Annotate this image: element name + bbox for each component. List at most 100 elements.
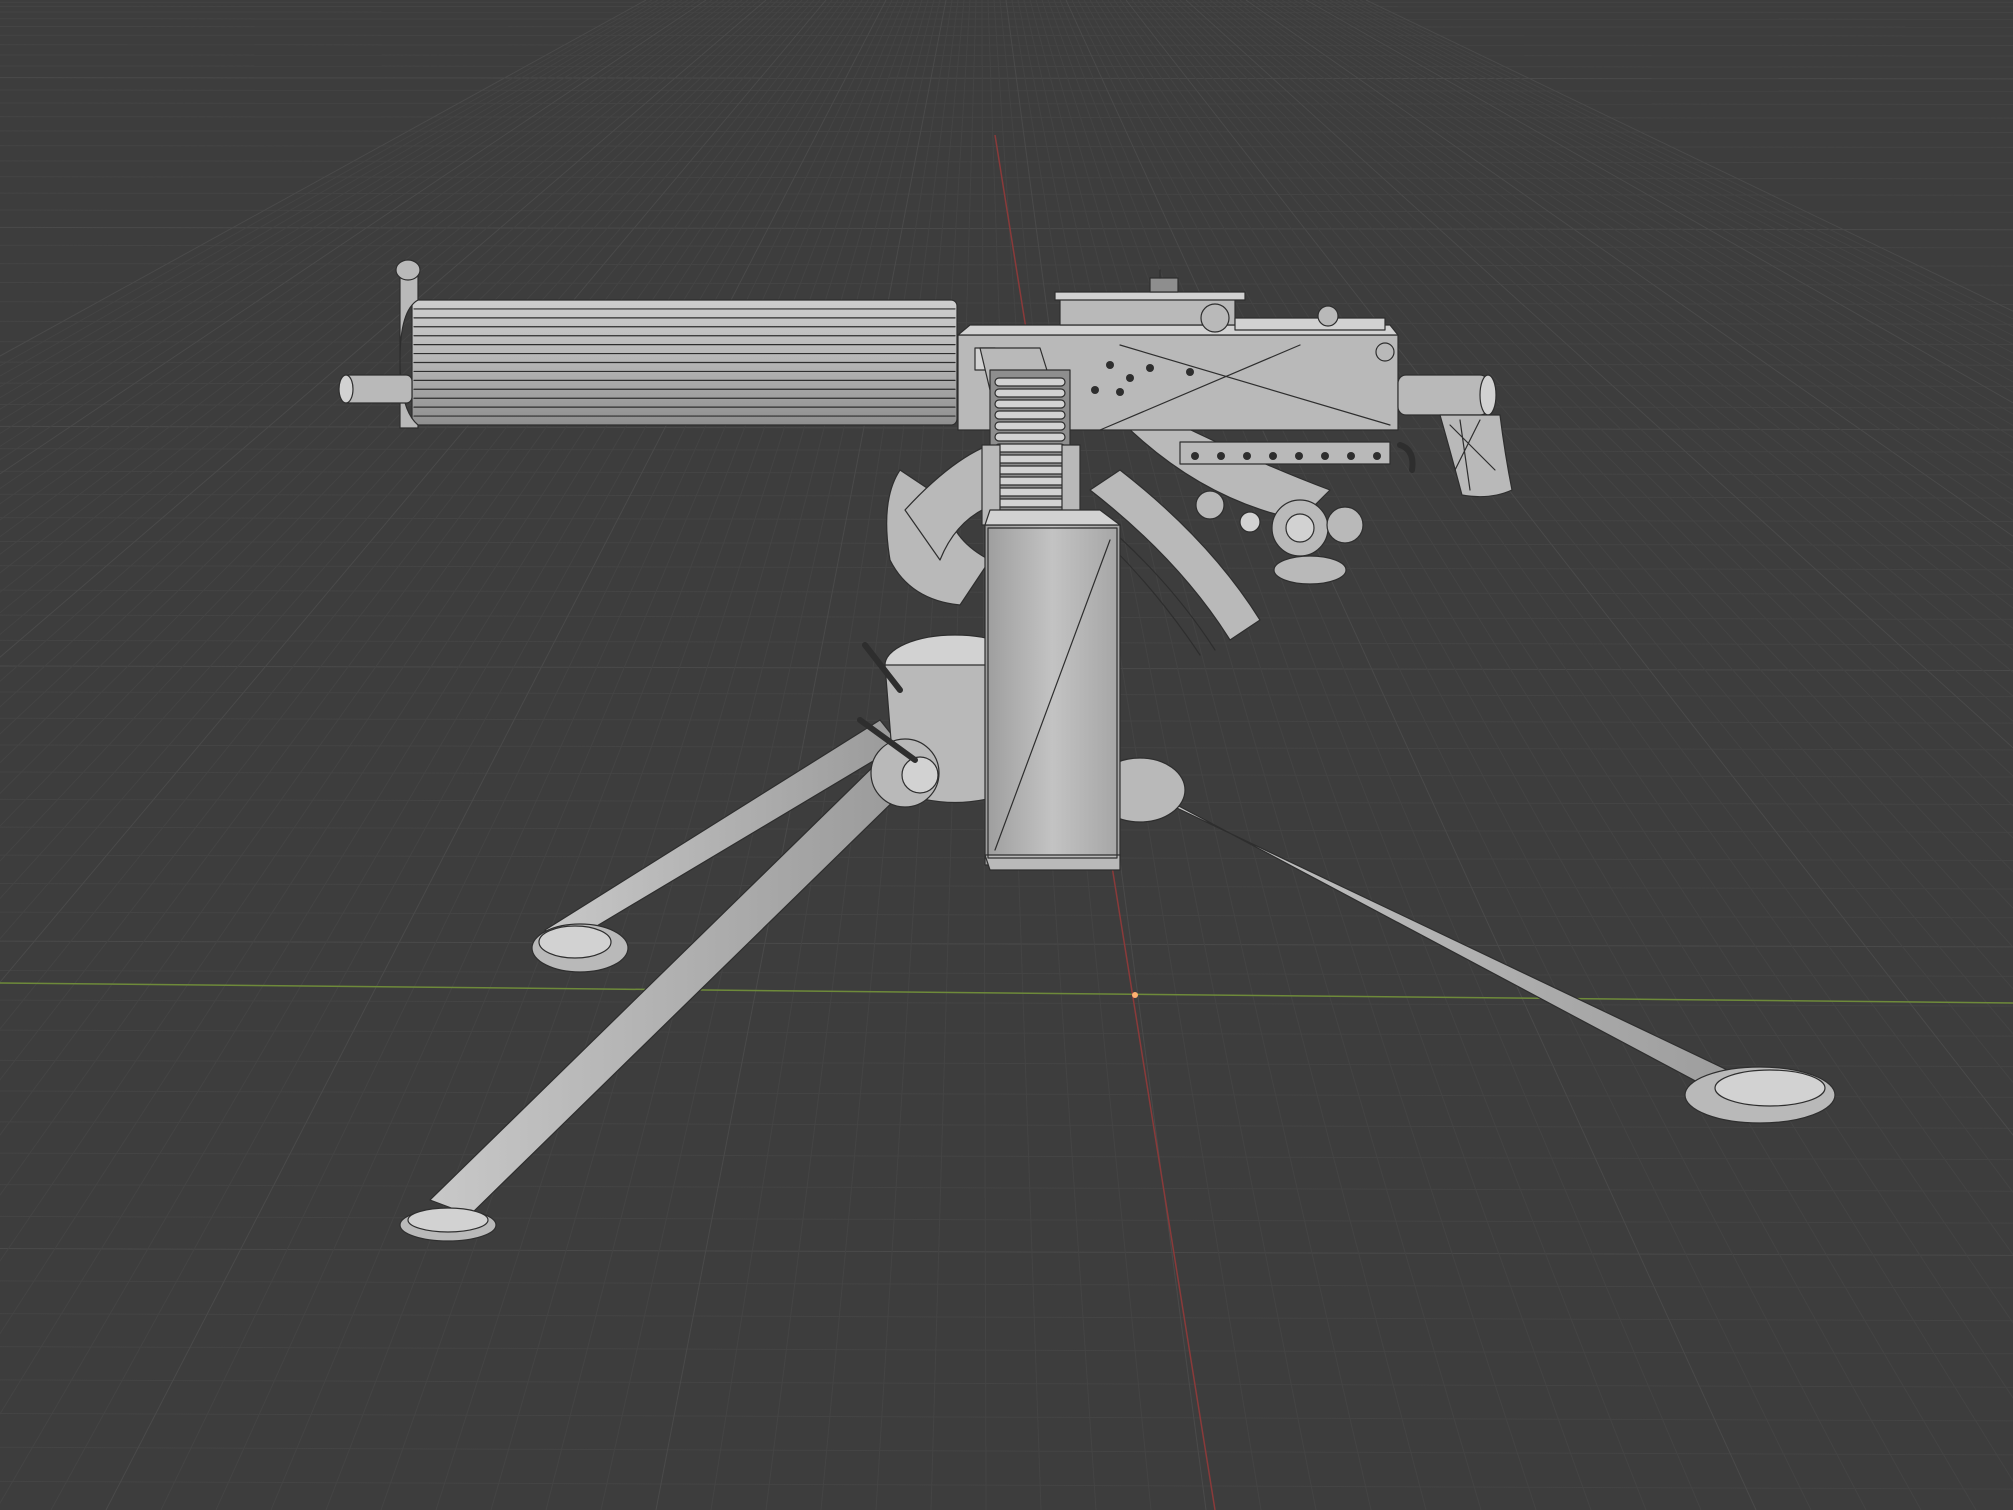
grid-line [0,999,2013,1007]
grid-line [1059,0,1702,1510]
belt-cartridge [994,388,1066,398]
grid-line [1245,0,2013,537]
grid-line [0,1152,2013,1161]
grid-line [1119,0,2013,1194]
grid-line [1209,0,2013,651]
grid-line [1107,0,2013,1324]
grid-line [1071,0,1812,1510]
grid-line [0,1412,2013,1422]
rail-bolt [1217,452,1225,460]
rail-bolt [1321,452,1329,460]
grid-line [0,0,677,410]
belt-cartridge [994,498,1066,508]
rail-bolt [1191,452,1199,460]
grid-line [1329,0,2013,363]
grid-line [1347,0,2013,337]
grid-line [0,89,2013,92]
grid-line [1257,0,2013,506]
grid-line [1221,0,2013,609]
grid-line [1269,0,2013,477]
belt-cartridge [994,377,1066,387]
tripod-leg-front-left[interactable] [399,759,911,1242]
grid-line [1131,0,2013,1084]
grid-line [0,116,2013,119]
ammo-box[interactable] [984,509,1121,871]
grid-line [0,1248,2013,1256]
grid-line [1077,0,1867,1510]
grid-line [1317,0,2013,383]
grid-line [1155,0,2013,909]
grid-line [0,130,2013,133]
grid-line [0,77,2013,80]
grid-line [0,34,2013,37]
3d-viewport[interactable] [0,0,2013,1510]
grid-line [0,226,2013,231]
grid-line [0,44,2013,46]
grid-line [1305,0,2013,404]
belt-cartridge [994,410,1066,420]
barrel-jacket[interactable] [338,259,958,429]
grid-line [0,1029,2013,1037]
scene-origin-marker[interactable] [1132,992,1138,998]
grid-line [1215,0,2013,630]
grid-line [1275,0,2013,464]
grid-line [1143,0,2013,990]
grid-line [0,1121,2013,1129]
grid-line [0,1184,2013,1192]
grid-line [1185,0,2013,749]
ammo-belt-feed[interactable] [981,369,1081,526]
receiver-bolt [1116,388,1124,396]
grid-line [0,54,2013,57]
grid-line [1359,0,2013,320]
grid-line [0,192,2013,196]
grid-line [0,882,2013,890]
grid-line [1089,0,1977,1510]
rail-bolt [1243,452,1251,460]
grid-line [0,0,647,357]
grid-line [1227,0,2013,590]
grid-line [1167,0,2013,839]
grid-line [1263,0,2013,491]
rail-bolt [1347,452,1355,460]
grid-line [0,0,671,399]
receiver-bolt [1146,364,1154,372]
rail-bolt [1295,452,1303,460]
grid-line [1335,0,2013,354]
grid-line [0,1480,2013,1490]
grid-line [1293,0,2013,427]
grid-line [1047,0,1592,1510]
receiver-bolt [1126,374,1134,382]
grid-line [0,970,2013,977]
grid-line [1137,0,2013,1035]
belt-cartridge [994,432,1066,442]
grid-line [1299,0,2013,415]
grid-line [1191,0,2013,722]
rear-grip[interactable] [1397,374,1513,498]
belt-cartridge [994,487,1066,497]
viewport-canvas[interactable] [0,0,2013,1510]
rail-bolt [1269,452,1277,460]
grid-line [0,0,695,447]
grid-line [0,102,2013,105]
receiver-bolt [1106,361,1114,369]
receiver-bolt [1186,368,1194,376]
grid-line [1281,0,2013,451]
grid-line [0,1446,2013,1456]
belt-cartridge [994,465,1066,475]
grid-line [1353,0,2013,328]
belt-cartridge [994,443,1066,453]
grid-line [1149,0,2013,948]
rail-bolt [1373,452,1381,460]
belt-cartridge [994,476,1066,486]
belt-cartridge [994,421,1066,431]
grid-line [0,320,2013,325]
grid-line [1323,0,2013,373]
grid-line [1203,0,2013,673]
grid-line [0,1280,2013,1289]
grid-line [0,26,2013,28]
belt-cartridge [994,454,1066,464]
grid-line [0,0,653,367]
grid-line [0,145,2013,148]
grid-line [0,911,2013,919]
receiver-bolt [1091,386,1099,394]
